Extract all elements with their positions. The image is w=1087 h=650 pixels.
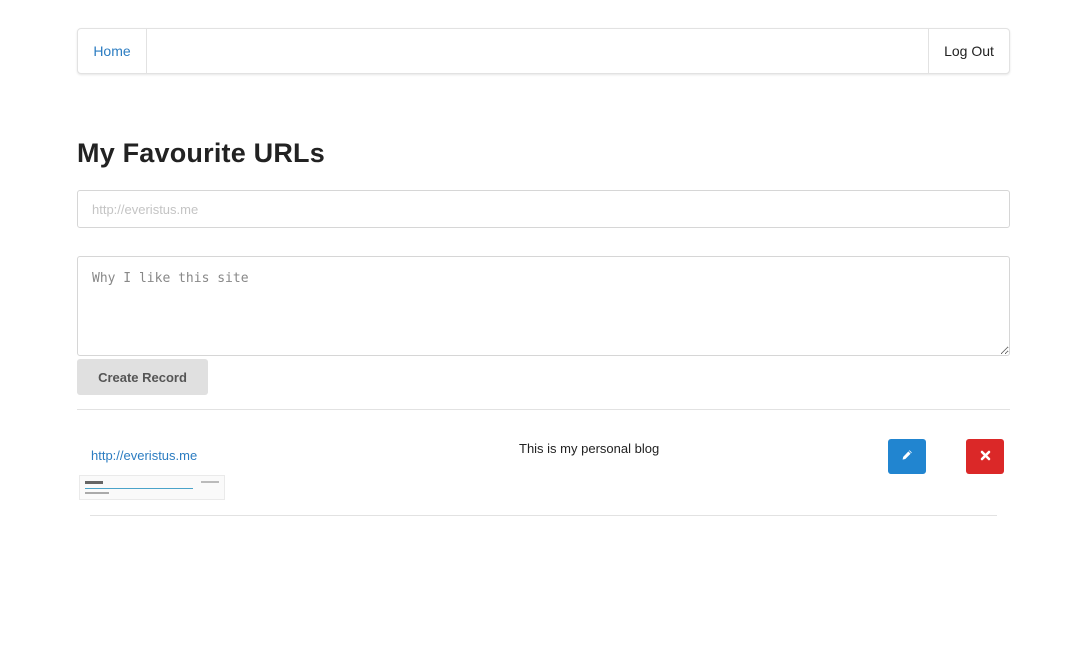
record-description: This is my personal blog	[519, 441, 660, 456]
top-navbar: Home Log Out	[77, 28, 1010, 74]
reason-textarea[interactable]	[77, 256, 1010, 356]
delete-record-button[interactable]	[966, 439, 1004, 474]
pencil-icon	[901, 449, 913, 464]
page-title: My Favourite URLs	[77, 138, 325, 168]
url-input[interactable]	[77, 190, 1010, 228]
edit-record-button[interactable]	[888, 439, 926, 474]
nav-logout-link[interactable]: Log Out	[928, 29, 1009, 73]
site-thumbnail	[79, 475, 225, 500]
nav-home-link[interactable]: Home	[78, 29, 147, 73]
divider	[90, 515, 997, 516]
divider	[77, 409, 1010, 410]
record-url-link[interactable]: http://everistus.me	[91, 448, 197, 463]
create-record-button[interactable]: Create Record	[77, 359, 208, 395]
close-icon	[980, 449, 991, 464]
